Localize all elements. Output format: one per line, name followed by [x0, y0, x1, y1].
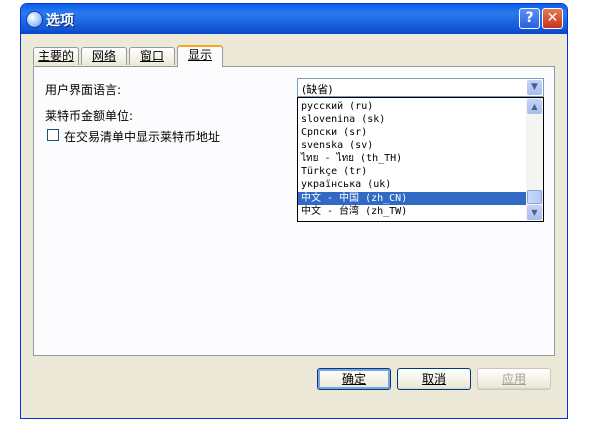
- help-icon[interactable]: ?: [519, 8, 540, 29]
- cancel-button[interactable]: 取消: [397, 368, 471, 390]
- language-option[interactable]: svenska (sv): [298, 139, 526, 152]
- apply-button-label: 应用: [501, 372, 526, 386]
- language-option-selected[interactable]: 中文 - 中国 (zh_CN): [298, 192, 526, 205]
- dropdown-scrollbar[interactable]: ▲ ▼: [526, 98, 543, 221]
- chevron-down-icon[interactable]: ▼: [527, 80, 542, 95]
- tab-main[interactable]: 主要的: [33, 47, 79, 65]
- language-option[interactable]: русский (ru): [298, 100, 526, 113]
- language-dropdown-list[interactable]: русский (ru) slovenina (sk) Српски (sr) …: [297, 97, 544, 222]
- language-label: 用户界面语言:: [45, 83, 122, 97]
- language-option[interactable]: Српски (sr): [298, 126, 526, 139]
- close-icon[interactable]: ✕: [542, 8, 563, 29]
- language-option[interactable]: slovenina (sk): [298, 113, 526, 126]
- language-option[interactable]: українська (uk): [298, 178, 526, 191]
- tab-display-label: 显示: [187, 48, 212, 62]
- ok-button-label: 确定: [341, 372, 366, 386]
- display-panel: 用户界面语言: 莱特币金额单位: 在交易清单中显示莱特币地址 (缺省) ▼ ру…: [33, 66, 555, 356]
- apply-button[interactable]: 应用: [477, 368, 551, 390]
- show-addresses-label[interactable]: 在交易清单中显示莱特币地址: [64, 128, 220, 145]
- app-icon: [26, 11, 43, 28]
- language-option[interactable]: 中文 - 台湾 (zh_TW): [298, 205, 526, 218]
- tab-window[interactable]: 窗口: [129, 47, 175, 65]
- language-combo-value: (缺省): [302, 83, 333, 96]
- language-option[interactable]: ไทย - ไทย (th_TH): [298, 152, 526, 165]
- tab-main-label: 主要的: [37, 49, 74, 63]
- scroll-down-icon[interactable]: ▼: [527, 205, 542, 220]
- scroll-up-icon[interactable]: ▲: [527, 99, 542, 114]
- language-option[interactable]: Türkçe (tr): [298, 165, 526, 178]
- unit-label: 莱特币金额单位:: [45, 109, 134, 123]
- scrollbar-thumb[interactable]: [527, 190, 542, 204]
- tab-display[interactable]: 显示: [177, 45, 223, 67]
- tab-window-label: 窗口: [139, 49, 164, 63]
- show-addresses-checkbox[interactable]: [47, 129, 59, 141]
- title-bar[interactable]: 选项 ? ✕: [21, 4, 567, 34]
- language-combo[interactable]: (缺省) ▼: [297, 78, 544, 97]
- options-window: 选项 ? ✕ 主要的 网络 窗口 显示 用户界面语言: 莱特币金额单位: 在交易…: [20, 3, 568, 419]
- tab-network-label: 网络: [91, 49, 116, 63]
- window-title: 选项: [46, 13, 74, 29]
- tab-network[interactable]: 网络: [81, 47, 127, 65]
- ok-button[interactable]: 确定: [317, 368, 391, 390]
- cancel-button-label: 取消: [421, 372, 446, 386]
